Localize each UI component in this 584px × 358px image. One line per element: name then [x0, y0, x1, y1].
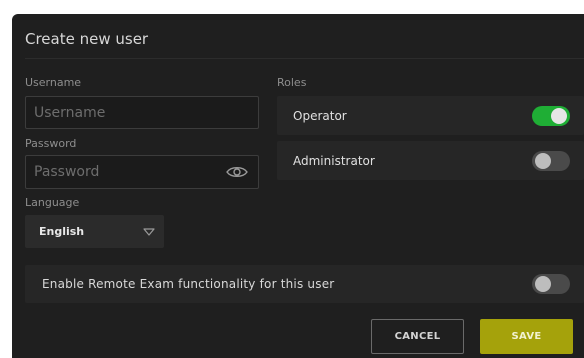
password-label: Password [25, 137, 77, 150]
title-divider [25, 58, 584, 59]
username-label: Username [25, 76, 82, 89]
language-label: Language [25, 196, 80, 209]
role-label-administrator: Administrator [293, 153, 375, 168]
role-row-administrator: Administrator [277, 141, 584, 180]
language-selected-value: English [39, 225, 85, 238]
cancel-button[interactable]: CANCEL [371, 319, 464, 354]
password-input[interactable]: Password [25, 155, 259, 189]
language-select[interactable]: English [25, 215, 164, 248]
username-placeholder: Username [34, 104, 106, 121]
dialog-title: Create new user [25, 30, 149, 48]
role-label-operator: Operator [293, 108, 347, 123]
chevron-down-icon [143, 227, 155, 236]
remote-exam-label: Enable Remote Exam functionality for thi… [42, 277, 335, 291]
eye-icon[interactable] [226, 165, 248, 179]
role-row-operator: Operator [277, 96, 584, 135]
username-input[interactable]: Username [25, 96, 259, 129]
toggle-knob [551, 107, 567, 124]
operator-toggle[interactable] [532, 105, 570, 126]
save-button[interactable]: SAVE [480, 319, 573, 354]
administrator-toggle[interactable] [532, 150, 570, 171]
roles-label: Roles [277, 76, 307, 89]
create-user-dialog: Create new user Username Username Passwo… [12, 14, 584, 358]
remote-exam-row: Enable Remote Exam functionality for thi… [25, 265, 584, 303]
toggle-knob [535, 152, 551, 169]
password-placeholder: Password [34, 164, 100, 180]
toggle-knob [535, 276, 551, 292]
remote-exam-toggle[interactable] [532, 274, 570, 294]
